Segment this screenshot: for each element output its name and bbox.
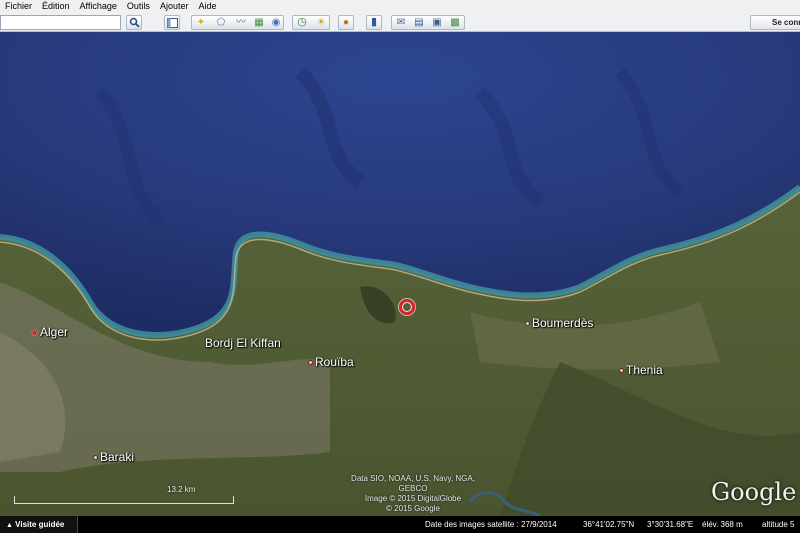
- map-viewport[interactable]: ★Alger Bordj El Kiffan Rouïba Boumerdès …: [0, 32, 800, 516]
- email-icon: ✉: [396, 16, 406, 28]
- place-label-bordj-el-kiffan[interactable]: Bordj El Kiffan: [205, 336, 281, 350]
- chevron-up-icon: ▲: [6, 522, 13, 529]
- eye-altitude-readout: altitude 5: [762, 520, 795, 529]
- place-label-thenia[interactable]: Thenia: [619, 363, 663, 377]
- town-dot-icon: [308, 360, 313, 366]
- scale-label: 13.2 km: [167, 485, 196, 494]
- path-icon: 〰: [236, 16, 246, 28]
- toolbar: ✦ ⬠ 〰 ▦ ◉ ◷ ☀ ● ▮ ✉ ▤ ▣ ▩ Se connecter: [0, 13, 800, 32]
- sidebar-toggle-button[interactable]: [164, 15, 180, 30]
- email-button[interactable]: ✉: [393, 15, 409, 30]
- add-polygon-button[interactable]: ⬠: [213, 15, 229, 30]
- capital-star-icon: ★: [30, 328, 39, 339]
- planet-icon: ●: [342, 16, 350, 28]
- status-bar: ▲ Visite guidée Date des images satellit…: [0, 516, 800, 533]
- polygon-icon: ⬠: [216, 16, 226, 28]
- town-dot-icon: [619, 368, 624, 374]
- history-clock-icon: ◷: [297, 16, 307, 28]
- elevation-readout: élév. 368 m: [702, 520, 743, 529]
- signin-button[interactable]: Se connecter: [750, 15, 800, 30]
- google-earth-logo: Google earth: [711, 478, 800, 506]
- sidebar-icon: [166, 17, 178, 28]
- sunlight-icon: ☀: [316, 16, 326, 28]
- add-overlay-button[interactable]: ▦: [251, 15, 267, 30]
- save-image-button[interactable]: ▣: [429, 15, 445, 30]
- place-label-rouiba[interactable]: Rouïba: [308, 355, 354, 369]
- add-placemark-button[interactable]: ✦: [193, 15, 209, 30]
- print-button[interactable]: ▤: [411, 15, 427, 30]
- maps-icon: ▩: [450, 16, 460, 28]
- ruler-icon: ▮: [370, 16, 378, 28]
- placemark-pin-icon: ✦: [196, 16, 206, 28]
- scale-legend: 13.2 km: [14, 485, 234, 506]
- view-in-maps-button[interactable]: ▩: [447, 15, 463, 30]
- imagery-attribution: Data SIO, NOAA, U.S. Navy, NGA, GEBCO Im…: [343, 474, 483, 514]
- record-tour-icon: ◉: [271, 16, 281, 28]
- place-label-baraki[interactable]: Baraki: [93, 450, 134, 464]
- search-input[interactable]: [0, 15, 121, 30]
- record-tour-button[interactable]: ◉: [268, 15, 284, 30]
- sunlight-button[interactable]: ☀: [313, 15, 329, 30]
- historical-imagery-button[interactable]: ◷: [294, 15, 310, 30]
- menu-aide[interactable]: Aide: [193, 0, 221, 13]
- latitude-readout: 36°41'02.75"N: [583, 520, 635, 529]
- menu-affichage[interactable]: Affichage: [75, 0, 122, 13]
- town-dot-icon: [93, 455, 98, 461]
- longitude-readout: 3°30'31.68"E: [647, 520, 694, 529]
- satellite-imagery: [0, 32, 800, 516]
- search-icon: [129, 17, 140, 28]
- menu-fichier[interactable]: Fichier: [0, 0, 37, 13]
- target-circle-marker[interactable]: [399, 299, 415, 315]
- attribution-line: Image © 2015 DigitalGlobe: [364, 494, 462, 503]
- switch-sky-button[interactable]: ●: [338, 15, 354, 30]
- menu-edition[interactable]: Édition: [37, 0, 75, 13]
- add-path-button[interactable]: 〰: [233, 15, 249, 30]
- scale-bar: [14, 496, 234, 504]
- town-dot-icon: [525, 321, 530, 327]
- imagery-date: Date des images satellite : 27/9/2014: [425, 520, 557, 529]
- image-overlay-icon: ▦: [254, 16, 264, 28]
- guided-tour-label: Visite guidée: [15, 520, 65, 529]
- menu-ajouter[interactable]: Ajouter: [155, 0, 194, 13]
- print-icon: ▤: [414, 16, 424, 28]
- menu-outils[interactable]: Outils: [122, 0, 155, 13]
- place-label-alger[interactable]: ★Alger: [30, 325, 68, 339]
- search-button[interactable]: [126, 15, 142, 30]
- place-label-boumerdes[interactable]: Boumerdès: [525, 316, 593, 330]
- guided-tour-button[interactable]: ▲ Visite guidée: [0, 516, 78, 533]
- ruler-button[interactable]: ▮: [366, 15, 382, 30]
- save-image-icon: ▣: [432, 16, 442, 28]
- attribution-line: © 2015 Google: [386, 504, 440, 513]
- attribution-line: Data SIO, NOAA, U.S. Navy, NGA, GEBCO: [351, 474, 475, 493]
- menu-bar: Fichier Édition Affichage Outils Ajouter…: [0, 0, 800, 13]
